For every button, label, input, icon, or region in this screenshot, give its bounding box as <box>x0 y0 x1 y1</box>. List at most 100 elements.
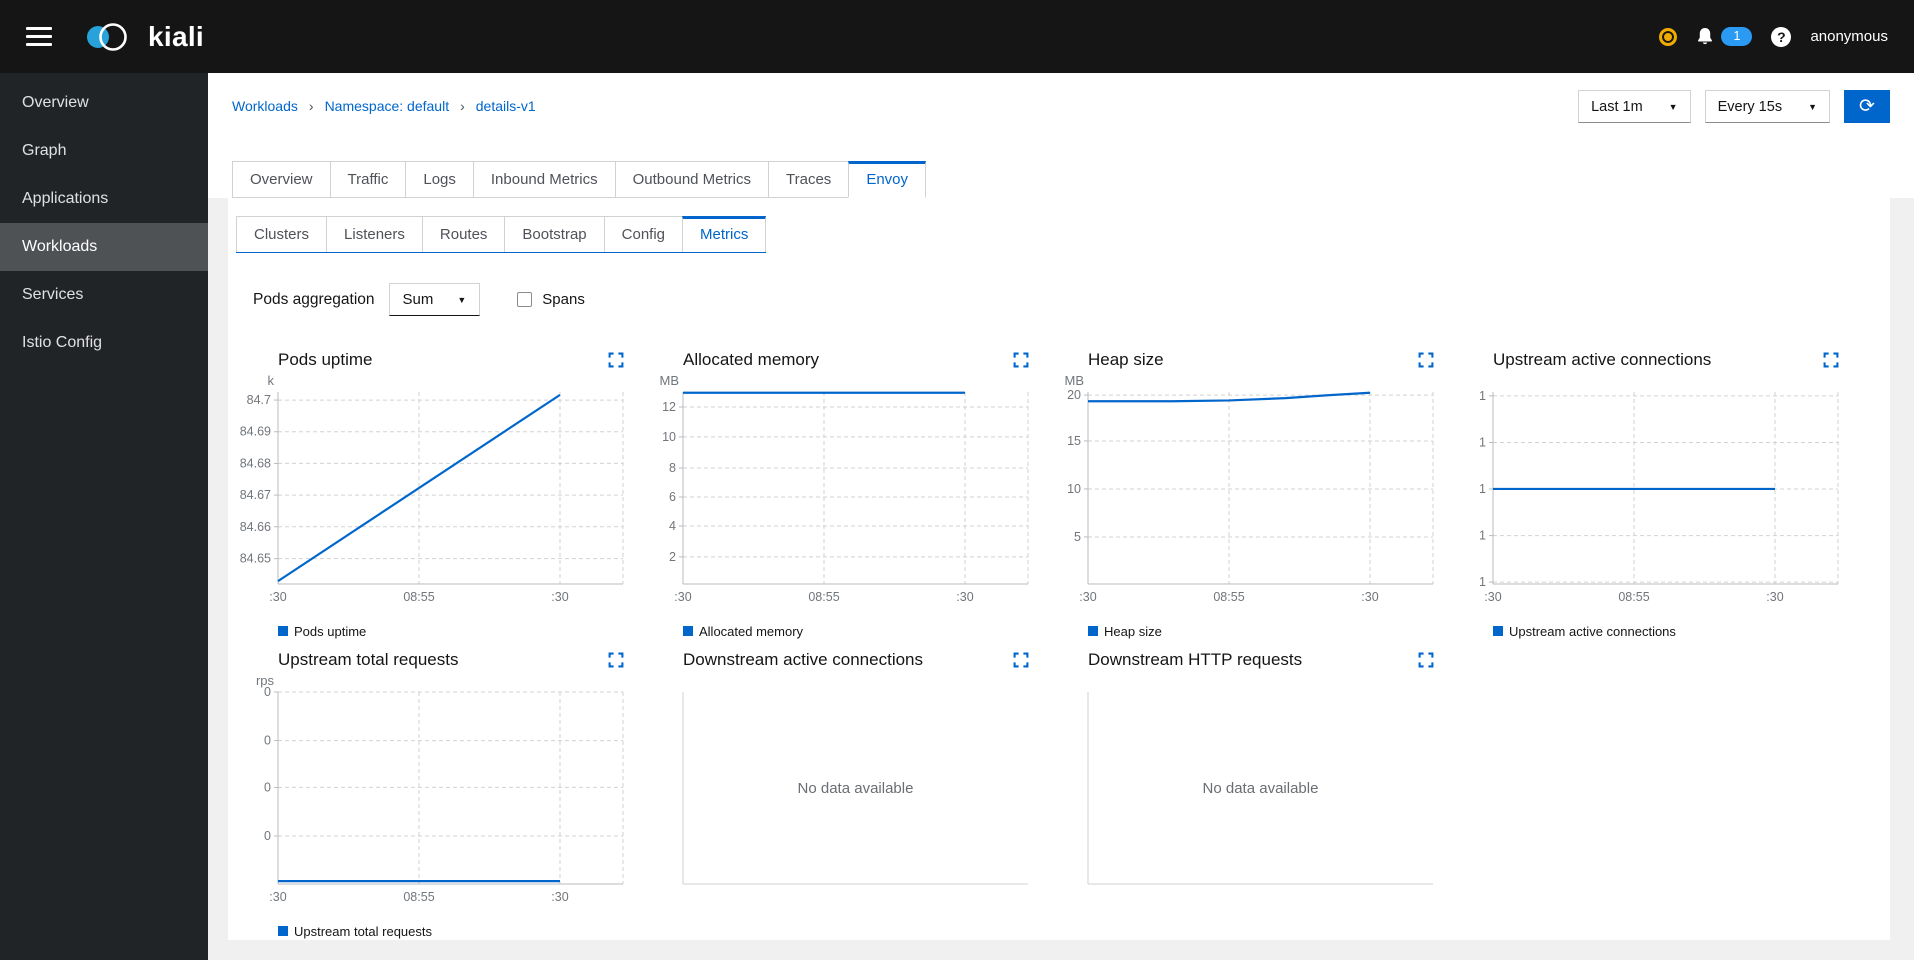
tab-outbound-metrics[interactable]: Outbound Metrics <box>614 161 770 198</box>
expand-icon-glyph <box>1418 352 1434 368</box>
y-tick-label: 8 <box>669 461 676 475</box>
expand-icon-glyph <box>1013 352 1029 368</box>
chart-title-downstream-http-requests: Downstream HTTP requests <box>1088 650 1303 669</box>
sidebar-item-graph[interactable]: Graph <box>0 127 208 175</box>
notification-count-badge: 1 <box>1721 27 1753 46</box>
main-content: Workloads › Namespace: default › details-v1 … <box>208 73 1914 960</box>
expand-icon-glyph <box>1418 652 1434 668</box>
page-body: Overview Graph Applications Workloads Servic… <box>0 73 1914 960</box>
chart-title-pods-uptime: Pods uptime <box>278 350 373 369</box>
tab-logs[interactable]: Logs <box>405 161 474 198</box>
y-tick-label: 5 <box>1074 530 1081 544</box>
x-tick-label: :30 <box>674 590 691 604</box>
legend-swatch-icon <box>278 926 288 936</box>
sidebar-item-istio-config[interactable]: Istio Config <box>0 319 208 367</box>
tab-traffic[interactable]: Traffic <box>329 161 407 198</box>
x-tick-label: 08:55 <box>1618 590 1649 604</box>
y-axis-unit: MB <box>660 373 680 388</box>
y-axis-unit: k <box>268 373 275 388</box>
y-tick-label: 10 <box>662 430 676 444</box>
kiali-logo-icon <box>87 22 127 51</box>
breadcrumb: Workloads › Namespace: default › details-v1 <box>232 98 536 116</box>
notifications-button[interactable]: 1 <box>1696 27 1753 46</box>
menu-toggle-icon[interactable] <box>26 27 52 46</box>
y-tick-label: 2 <box>669 550 676 564</box>
chart-legend-upstream-active-connections[interactable]: Upstream active connections <box>1493 622 1852 640</box>
sidebar-item-services[interactable]: Services <box>0 271 208 319</box>
chart-legend-allocated-memory[interactable]: Allocated memory <box>683 622 1042 640</box>
aggregation-select[interactable]: Sum ▼ <box>388 283 481 316</box>
y-tick-label: 1 <box>1479 435 1486 449</box>
expand-icon-glyph <box>608 352 624 368</box>
expand-chart-button-heap-size[interactable] <box>1418 352 1434 368</box>
expand-chart-button-pods-uptime[interactable] <box>608 352 624 368</box>
sidebar-item-workloads[interactable]: Workloads <box>0 223 208 271</box>
tab-envoy[interactable]: Envoy <box>848 161 927 198</box>
duration-select[interactable]: Last 1m ▼ <box>1578 90 1691 123</box>
user-menu[interactable]: anonymous <box>1810 28 1888 45</box>
legend-label: Upstream total requests <box>294 923 433 939</box>
expand-chart-button-upstream-total-requests[interactable] <box>608 652 624 668</box>
subtab-clusters[interactable]: Clusters <box>236 216 328 252</box>
breadcrumb-link-workloads[interactable]: Workloads <box>232 98 298 114</box>
subtab-bootstrap[interactable]: Bootstrap <box>504 216 605 252</box>
y-tick-label: 1 <box>1479 575 1486 589</box>
refresh-interval-select[interactable]: Every 15s ▼ <box>1704 90 1830 123</box>
legend-label: Allocated memory <box>699 623 804 639</box>
expand-icon-glyph <box>1013 652 1029 668</box>
chart-pods-uptime: Pods uptime k 84.7 84.69 84.68 84.67 84.66 84.6… <box>232 348 637 640</box>
expand-chart-button-downstream-http-requests[interactable] <box>1418 652 1434 668</box>
subtab-metrics[interactable]: Metrics <box>682 216 767 252</box>
chart-head: Heap size <box>1042 348 1447 372</box>
y-tick-label: 1 <box>1479 482 1486 496</box>
legend-swatch-icon <box>278 626 288 636</box>
expand-chart-button-upstream-active-connections[interactable] <box>1823 352 1839 368</box>
tab-inbound-metrics[interactable]: Inbound Metrics <box>472 161 616 198</box>
spans-label: Spans <box>542 291 585 308</box>
subtab-routes[interactable]: Routes <box>421 216 506 252</box>
sidebar-nav: Overview Graph Applications Workloads Servic… <box>0 73 208 960</box>
y-tick-label: 84.7 <box>247 393 271 407</box>
x-tick-label: :30 <box>269 890 286 904</box>
refresh-interval-value: Every 15s <box>1717 98 1783 115</box>
chart-legend-upstream-total-requests[interactable]: Upstream total requests <box>278 922 637 940</box>
x-tick-label: :30 <box>1361 590 1378 604</box>
chart-plot-upstream-total-requests: rps0000:30 08:55:30 <box>256 673 624 904</box>
chart-legend-pods-uptime[interactable]: Pods uptime <box>278 622 637 640</box>
sidebar-item-applications[interactable]: Applications <box>0 175 208 223</box>
masthead-right: 1 ? anonymous <box>1659 26 1888 47</box>
tab-traces[interactable]: Traces <box>768 161 850 198</box>
duration-value: Last 1m <box>1591 98 1643 115</box>
y-tick-label: 84.69 <box>240 425 271 439</box>
breadcrumb-link-details-v1[interactable]: details-v1 <box>476 98 536 114</box>
x-tick-label: :30 <box>1484 590 1501 604</box>
y-tick-label: 0 <box>264 829 271 843</box>
mesh-status-icon[interactable] <box>1659 27 1678 46</box>
chart-allocated-memory: Allocated memory MB 12 10 8 6 4 2:30 08:55:30 All… <box>637 348 1042 640</box>
subtab-config[interactable]: Config <box>603 216 683 252</box>
help-icon[interactable]: ? <box>1771 26 1792 47</box>
y-tick-label: 10 <box>1067 482 1081 496</box>
y-axis-unit: MB <box>1065 373 1085 388</box>
x-tick-label: :30 <box>551 890 568 904</box>
refresh-button[interactable]: ⟳ <box>1844 90 1890 123</box>
sidebar-item-overview[interactable]: Overview <box>0 79 208 127</box>
envoy-metrics-card: Clusters Listeners Routes Bootstrap Config Me… <box>228 198 1890 940</box>
legend-swatch-icon <box>1088 626 1098 636</box>
expand-chart-button-downstream-active-connections[interactable] <box>1013 652 1029 668</box>
chart-legend-heap-size[interactable]: Heap size <box>1088 622 1447 640</box>
y-tick-label: 12 <box>662 400 676 414</box>
legend-swatch-icon <box>1493 626 1503 636</box>
y-tick-label: 20 <box>1067 388 1081 402</box>
subtab-listeners[interactable]: Listeners <box>326 216 423 252</box>
expand-icon-glyph <box>608 652 624 668</box>
legend-label: Heap size <box>1104 623 1162 639</box>
tab-overview[interactable]: Overview <box>232 161 331 198</box>
bell-icon <box>1698 27 1713 45</box>
expand-chart-button-allocated-memory[interactable] <box>1013 352 1029 368</box>
spans-checkbox[interactable] <box>517 292 533 307</box>
y-tick-label: 0 <box>264 780 271 794</box>
chart-upstream-active-connections: Upstream active connections 1 1 1 1 1:30 08:55… <box>1447 348 1852 640</box>
breadcrumb-link-namespace-default[interactable]: Namespace: default <box>325 98 450 114</box>
kiali-brand[interactable]: kiali <box>84 21 204 53</box>
